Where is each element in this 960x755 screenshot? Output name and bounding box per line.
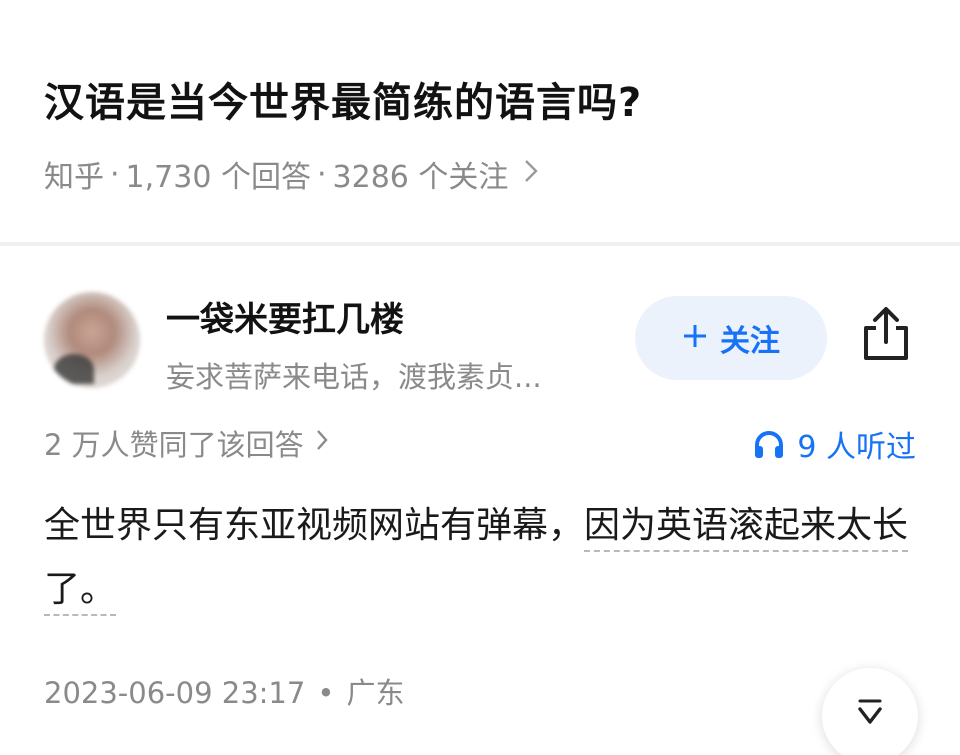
section-divider [0,242,960,246]
answer-location: 广东 [346,676,405,710]
question-meta[interactable]: 知乎 · 1,730 个回答 · 3286 个关注 [44,152,539,196]
approve-count[interactable]: 2 万人赞同了该回答 [44,422,328,464]
approve-text: 2 万人赞同了该回答 [44,428,304,462]
answer-date: 2023-06-09 23:17 [44,676,306,710]
plus-icon [682,318,708,358]
follower-count: 3286 个关注 [332,160,509,195]
share-icon[interactable] [860,306,912,362]
answer-content[interactable]: 全世界只有东亚视频网站有弹幕，因为英语滚起来太长了。 [44,494,924,622]
source-label: 知乎 [44,160,104,195]
chevron-right-icon [524,159,539,190]
listen-text: 9 人听过 [797,430,916,465]
answer-count: 1,730 个回答 [125,160,311,195]
author-name[interactable]: 一袋米要扛几楼 [166,292,404,341]
answer-timestamp: 2023-06-09 23:17 • 广东 [44,670,404,712]
timestamp-separator: • [317,676,335,710]
avatar[interactable] [44,292,140,388]
answer-page: 汉语是当今世界最简练的语言吗? 知乎 · 1,730 个回答 · 3286 个关… [0,0,960,755]
meta-separator: · [316,156,327,192]
chevron-down-icon [858,699,882,724]
answer-text: 全世界只有东亚视频网站有弹幕， [44,505,585,546]
listen-count[interactable]: 9 人听过 [753,422,916,466]
meta-separator: · [110,156,120,192]
question-title[interactable]: 汉语是当今世界最简练的语言吗? [44,70,642,128]
follow-label: 关注 [720,324,780,359]
chevron-right-icon [316,429,328,457]
headphones-icon [755,431,784,458]
collapse-button[interactable] [822,668,918,755]
author-bio: 妄求菩萨来电话，渡我素贞... [166,360,542,394]
follow-button[interactable]: 关注 [635,296,827,380]
